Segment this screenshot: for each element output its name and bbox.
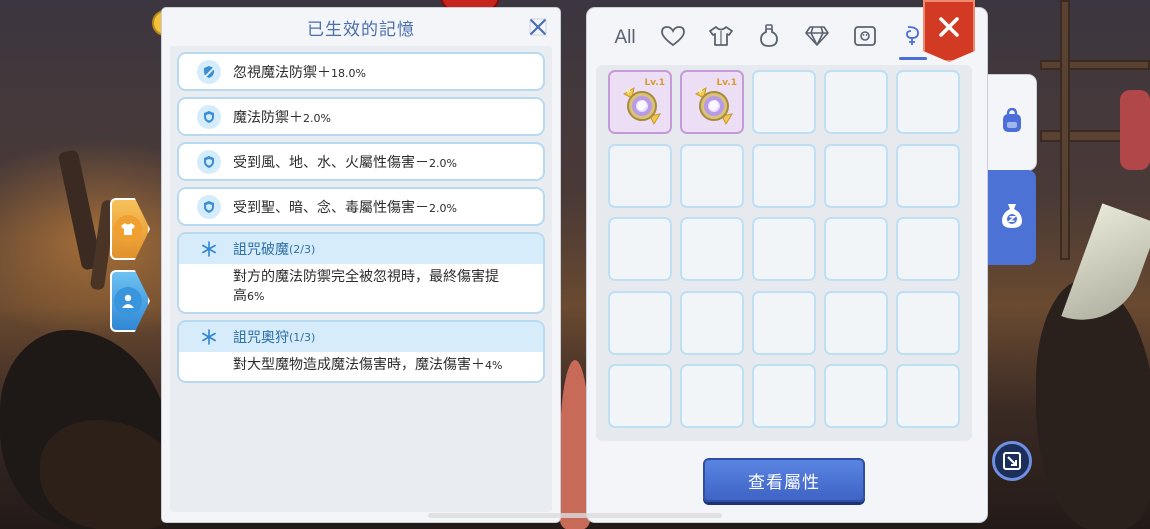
memory-gem-icon bbox=[902, 24, 924, 52]
person-icon bbox=[114, 287, 142, 315]
set-bonus-curse-hunt: 詛咒奧狩 (1/3) 對大型魔物造成魔法傷害時，魔法傷害＋4% bbox=[177, 320, 545, 383]
inventory-slot[interactable] bbox=[680, 290, 744, 355]
memory-panel-header: 已生效的記憶 bbox=[162, 8, 560, 46]
inventory-slot[interactable] bbox=[896, 290, 960, 355]
effect-label: 忽視魔法防禦＋ bbox=[233, 64, 331, 81]
side-tab-zeny[interactable] bbox=[988, 170, 1036, 265]
set-name: 詛咒奧狩 bbox=[233, 330, 289, 346]
memory-inventory-panel: All Lv.1 Lv.1 查看屬性 bbox=[587, 0, 987, 522]
side-tab-bag[interactable] bbox=[988, 75, 1036, 170]
backpack-icon bbox=[998, 107, 1026, 135]
item-grid-area[interactable]: Lv.1 Lv.1 bbox=[596, 65, 972, 441]
set-description-value: 4% bbox=[485, 359, 503, 372]
inventory-slot[interactable] bbox=[896, 364, 960, 428]
inventory-slot[interactable]: Lv.1 bbox=[680, 70, 744, 134]
inventory-slot[interactable] bbox=[752, 143, 816, 208]
card-icon bbox=[853, 25, 877, 51]
diamond-icon bbox=[804, 25, 830, 51]
purple-gem-icon bbox=[692, 84, 734, 126]
inventory-slot[interactable] bbox=[680, 143, 744, 208]
inventory-slot[interactable] bbox=[752, 70, 816, 134]
tab-card[interactable] bbox=[841, 18, 889, 58]
heart-icon bbox=[660, 25, 686, 51]
set-bonus-header: 詛咒破魔 (2/3) bbox=[179, 234, 543, 264]
inventory-slot[interactable] bbox=[824, 364, 888, 428]
money-bag-icon bbox=[998, 202, 1026, 230]
tab-gem[interactable] bbox=[793, 18, 841, 58]
set-description: 對大型魔物造成魔法傷害時，魔法傷害＋4% bbox=[179, 352, 543, 381]
shield-icon bbox=[197, 149, 221, 174]
effect-label: 魔法防禦＋ bbox=[233, 109, 303, 126]
set-description-line: 對方的魔法防禦完全被忽視時，最終傷害提 bbox=[233, 269, 499, 285]
inventory-slot[interactable] bbox=[752, 217, 816, 281]
potion-bottle-icon bbox=[758, 24, 780, 52]
inventory-slot[interactable] bbox=[608, 364, 672, 428]
effect-value: 2.0% bbox=[429, 156, 457, 170]
effect-elemental-damage-reduction: 受到風、地、水、火屬性傷害－2.0% bbox=[177, 142, 545, 181]
set-progress: (2/3) bbox=[289, 242, 316, 256]
item-slot-grid: Lv.1 Lv.1 bbox=[608, 70, 960, 428]
tab-costume[interactable] bbox=[697, 18, 745, 58]
set-bonus-curse-break: 詛咒破魔 (2/3) 對方的魔法防禦完全被忽視時，最終傷害提 高6% bbox=[177, 232, 545, 314]
inventory-slot[interactable] bbox=[752, 364, 816, 428]
effect-list: 忽視魔法防禦＋18.0% 魔法防禦＋2.0% 受到風、地、水、火屬性傷害－2.0… bbox=[177, 52, 545, 389]
snowflake-icon bbox=[197, 325, 221, 349]
broken-shield-icon bbox=[197, 59, 221, 84]
character-side-button[interactable] bbox=[110, 270, 150, 332]
effect-value: 18.0% bbox=[331, 66, 366, 80]
inventory-slot[interactable] bbox=[896, 217, 960, 281]
inventory-slot[interactable] bbox=[752, 290, 816, 355]
inventory-slot[interactable] bbox=[824, 290, 888, 355]
inventory-slot[interactable] bbox=[680, 217, 744, 281]
inventory-slot[interactable] bbox=[824, 70, 888, 134]
inventory-slot[interactable]: Lv.1 bbox=[608, 70, 672, 134]
set-description-value: 6% bbox=[247, 290, 265, 303]
snowflake-icon bbox=[197, 237, 221, 261]
shield-icon bbox=[197, 104, 221, 129]
effect-value: 2.0% bbox=[429, 201, 457, 215]
category-tabs: All bbox=[601, 16, 937, 60]
close-button[interactable] bbox=[923, 0, 975, 62]
inventory-slot[interactable] bbox=[608, 143, 672, 208]
set-description-line: 對大型魔物造成魔法傷害時，魔法傷害＋ bbox=[233, 357, 485, 373]
minimize-button[interactable] bbox=[992, 441, 1032, 481]
effect-ignore-mdef: 忽視魔法防禦＋18.0% bbox=[177, 52, 545, 91]
inventory-slot[interactable] bbox=[896, 143, 960, 208]
shirt-icon bbox=[708, 25, 734, 51]
memory-effects-scroll-area[interactable]: 忽視魔法防禦＋18.0% 魔法防禦＋2.0% 受到風、地、水、火屬性傷害－2.0… bbox=[170, 46, 552, 512]
inventory-slot[interactable] bbox=[608, 290, 672, 355]
tab-all-label: All bbox=[614, 27, 636, 48]
set-description: 對方的魔法防禦完全被忽視時，最終傷害提 高6% bbox=[179, 264, 543, 312]
effect-label: 受到聖、暗、念、毒屬性傷害－ bbox=[233, 199, 429, 216]
inventory-slot[interactable] bbox=[680, 364, 744, 428]
effect-mdef: 魔法防禦＋2.0% bbox=[177, 97, 545, 136]
inventory-slot[interactable] bbox=[824, 143, 888, 208]
set-bonus-header: 詛咒奧狩 (1/3) bbox=[179, 322, 543, 352]
minimize-icon bbox=[1003, 452, 1021, 470]
close-icon[interactable] bbox=[526, 15, 550, 39]
effect-value: 2.0% bbox=[303, 111, 331, 125]
inventory-slot[interactable] bbox=[608, 217, 672, 281]
shield-icon bbox=[197, 194, 221, 219]
home-indicator bbox=[428, 513, 722, 518]
active-memory-panel: 已生效的記憶 忽視魔法防禦＋18.0% 魔法防禦＋2.0% 受到風、地、水、火屬… bbox=[162, 8, 560, 522]
effect-holy-dark-damage-reduction: 受到聖、暗、念、毒屬性傷害－2.0% bbox=[177, 187, 545, 226]
set-name: 詛咒破魔 bbox=[233, 242, 289, 258]
close-icon bbox=[939, 17, 959, 37]
view-attributes-button[interactable]: 查看屬性 bbox=[703, 458, 865, 502]
shirt-icon bbox=[114, 215, 142, 243]
memory-panel-title: 已生效的記憶 bbox=[307, 19, 415, 40]
tab-consumable[interactable] bbox=[745, 18, 793, 58]
tab-all[interactable]: All bbox=[601, 18, 649, 58]
purple-gem-icon bbox=[620, 84, 662, 126]
set-description-line: 高 bbox=[233, 288, 247, 304]
equipment-side-button[interactable] bbox=[110, 198, 150, 260]
tab-heart[interactable] bbox=[649, 18, 697, 58]
effect-label: 受到風、地、水、火屬性傷害－ bbox=[233, 154, 429, 171]
inventory-slot[interactable] bbox=[896, 70, 960, 134]
inventory-slot[interactable] bbox=[824, 217, 888, 281]
set-progress: (1/3) bbox=[289, 330, 316, 344]
